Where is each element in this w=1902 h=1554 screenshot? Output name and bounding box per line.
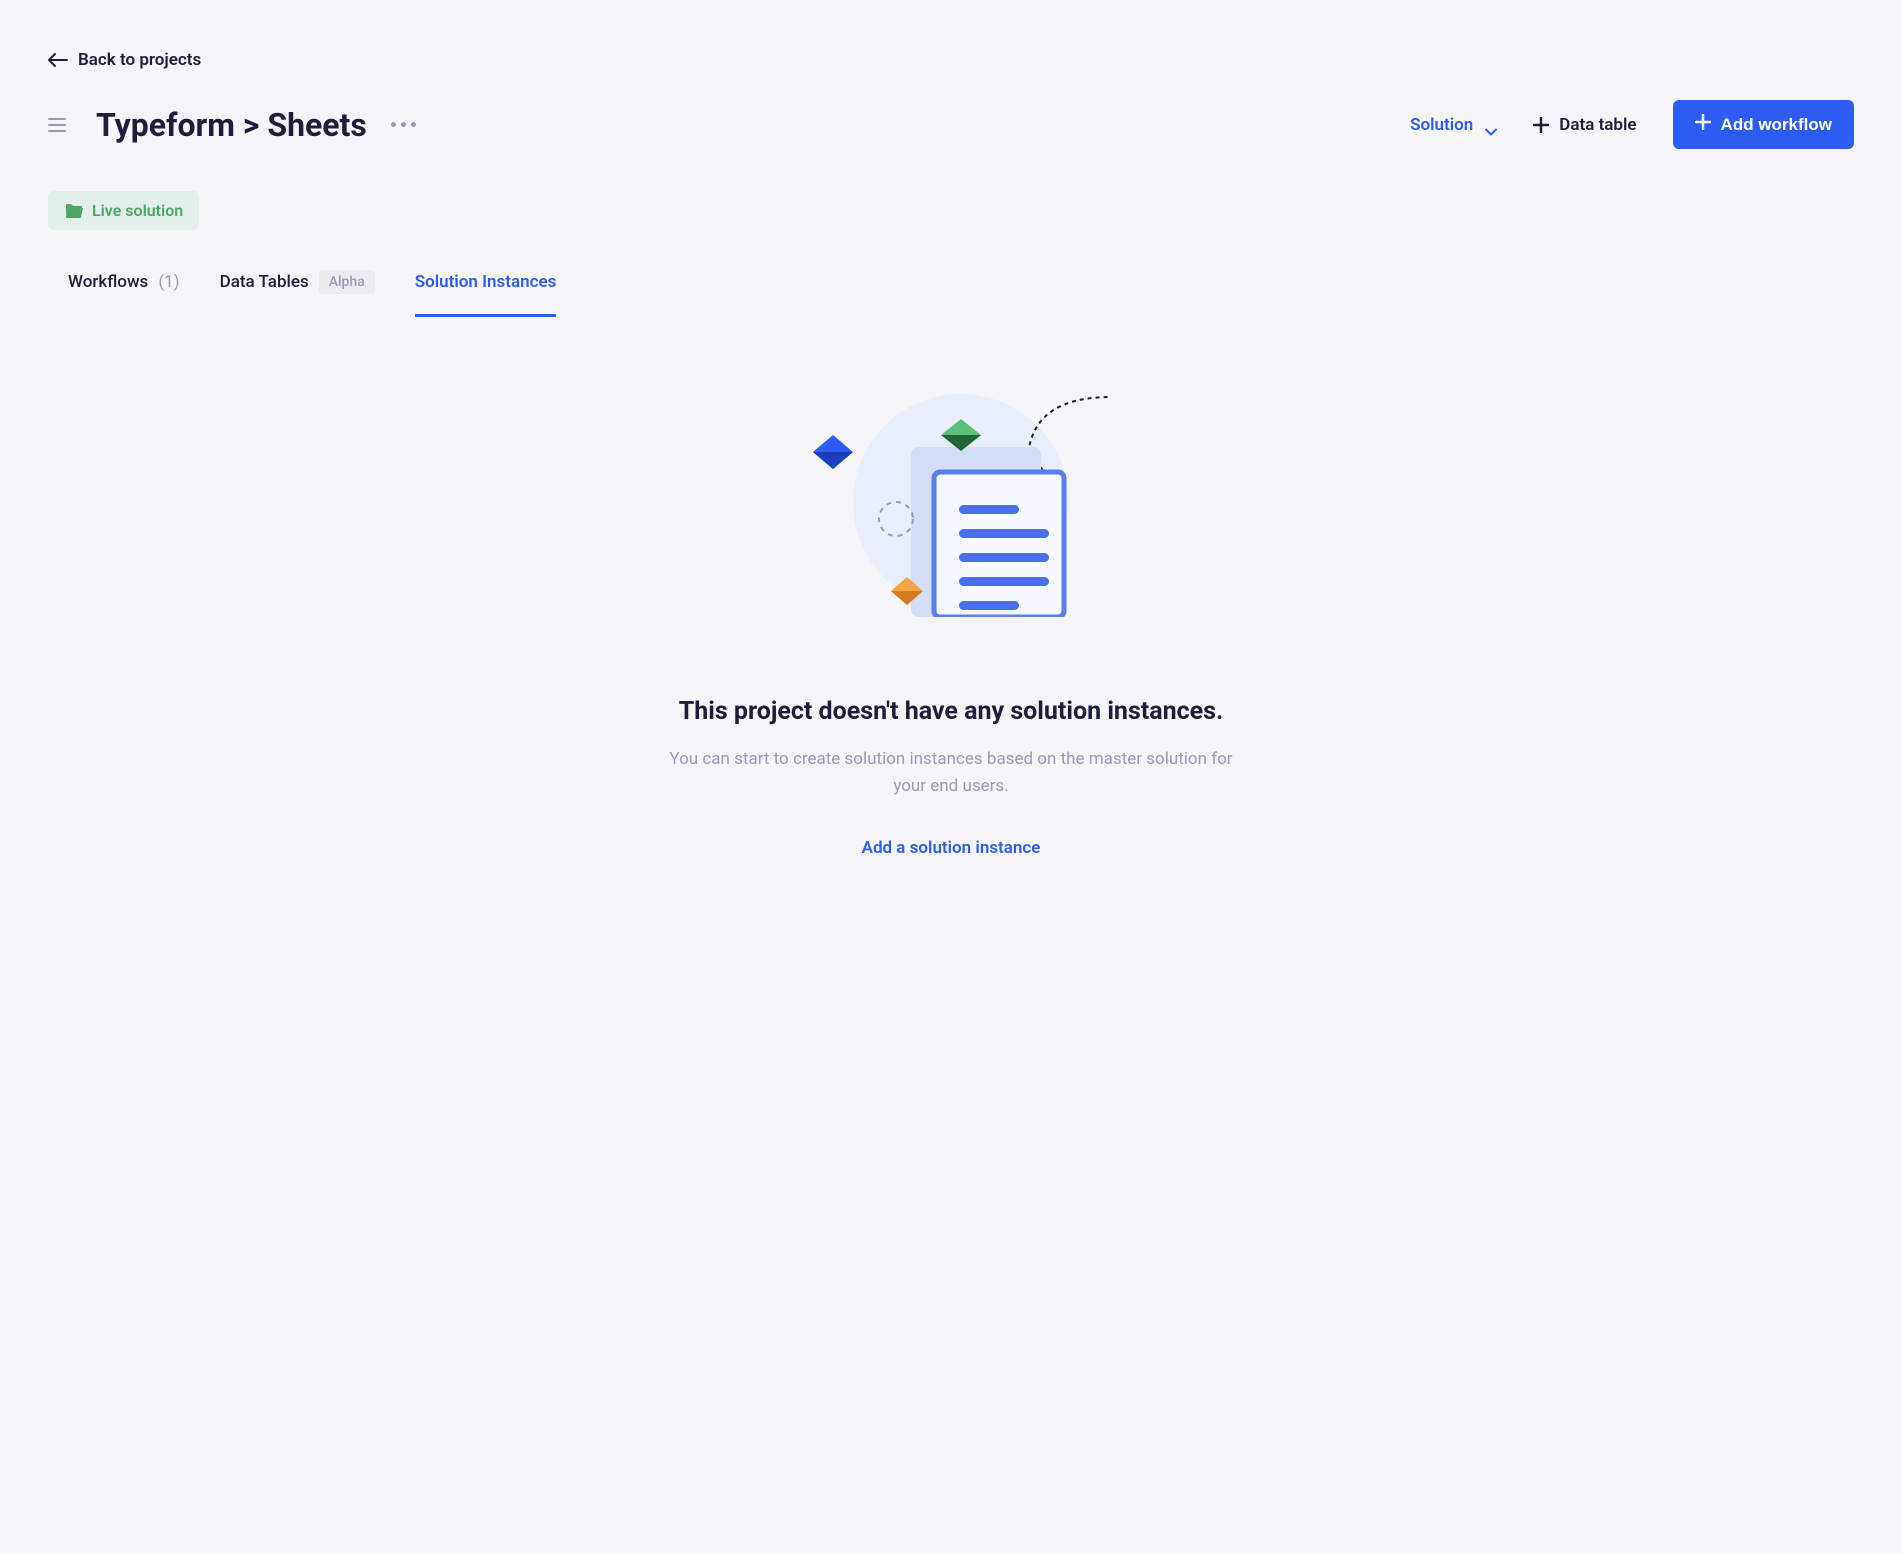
solution-dropdown[interactable]: Solution [1410,115,1497,135]
tab-workflows[interactable]: Workflows (1) [68,270,180,317]
tab-data-tables[interactable]: Data Tables Alpha [220,270,375,317]
hamburger-icon[interactable] [48,118,66,132]
empty-state-description: You can start to create solution instanc… [661,746,1241,800]
empty-state-title: This project doesn't have any solution i… [679,697,1224,726]
plus-icon [1533,117,1549,133]
solution-menu-label: Solution [1410,115,1473,135]
header-right: Solution Data table Add workflow [1410,100,1854,149]
plus-icon [1695,114,1711,135]
alpha-badge: Alpha [319,270,375,294]
status-badge: Live solution [48,191,199,230]
back-label: Back to projects [78,50,201,70]
tab-label: Workflows [68,272,148,292]
chevron-down-icon [1485,121,1497,129]
empty-state: This project doesn't have any solution i… [48,377,1854,858]
folder-open-icon [64,203,82,219]
tab-solution-instances[interactable]: Solution Instances [415,270,557,317]
arrow-left-icon [48,50,68,70]
tab-count: (1) [158,272,179,292]
add-workflow-button[interactable]: Add workflow [1673,100,1854,149]
header-row: Typeform > Sheets Solution Data table [48,100,1854,149]
empty-state-illustration [761,387,1141,617]
header-left: Typeform > Sheets [48,106,416,144]
back-to-projects-link[interactable]: Back to projects [48,50,201,70]
tabs: Workflows (1) Data Tables Alpha Solution… [48,270,1854,317]
data-table-button[interactable]: Data table [1533,115,1636,135]
page-title: Typeform > Sheets [96,106,367,144]
title-wrap: Typeform > Sheets [96,106,416,144]
tab-label: Data Tables [220,272,309,292]
tab-label: Solution Instances [415,272,557,292]
data-table-label: Data table [1559,115,1636,135]
status-label: Live solution [92,201,183,220]
add-solution-instance-link[interactable]: Add a solution instance [862,838,1041,858]
more-options-button[interactable] [391,122,416,127]
add-workflow-label: Add workflow [1721,115,1832,135]
